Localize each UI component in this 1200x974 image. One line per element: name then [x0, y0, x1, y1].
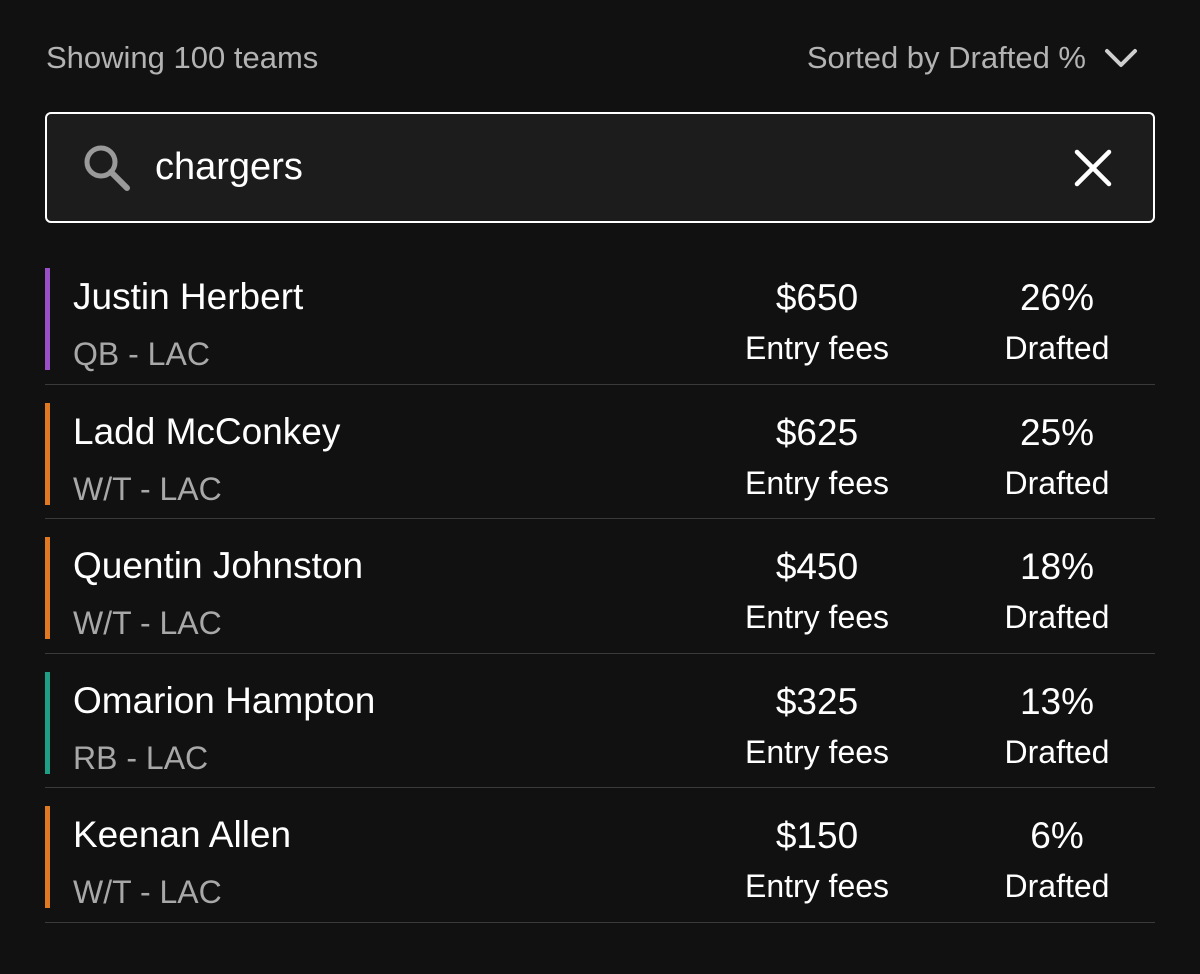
list-header: Showing 100 teams Sorted by Drafted %	[46, 36, 1138, 80]
entry-fees-value: $625	[775, 411, 859, 453]
drafted-value: 26%	[1019, 277, 1095, 318]
entry-fees-value: $150	[775, 815, 859, 856]
drafted: 26% Drafted	[957, 276, 1157, 368]
player-name: Keenan Allen	[73, 814, 292, 855]
sort-label: Sorted by Drafted %	[806, 40, 1086, 75]
position-color-bar	[45, 671, 50, 774]
player-position: QB - LAC	[73, 336, 210, 372]
entry-fees: $650 Entry fees	[717, 276, 917, 368]
entry-fees-label: Entry fees	[744, 599, 890, 635]
player-name: Quentin Johnston	[73, 545, 364, 586]
list-item[interactable]: Keenan Allen W/T - LAC $150 Entry fees 6…	[45, 788, 1155, 923]
results-count: Showing 100 teams	[46, 40, 319, 75]
entry-fees: $325 Entry fees	[717, 680, 917, 772]
drafted-label: Drafted	[1004, 733, 1110, 770]
list-item[interactable]: Omarion Hampton RB - LAC $325 Entry fees…	[45, 654, 1157, 788]
list-item[interactable]: Ladd McConkey W/T - LAC $625 Entry fees …	[45, 385, 1157, 519]
drafted: 6% Drafted	[957, 814, 1157, 906]
entry-fees-label: Entry fees	[744, 868, 890, 904]
drafted-value: 25%	[1019, 411, 1095, 453]
player-position: W/T - LAC	[73, 874, 222, 910]
player-name: Ladd McConkey	[73, 410, 341, 452]
position-color-bar	[45, 268, 50, 370]
player-position: RB - LAC	[73, 739, 209, 776]
drafted-value: 6%	[1030, 815, 1084, 856]
player-position: W/T - LAC	[73, 605, 222, 641]
drafted: 18% Drafted	[957, 545, 1157, 637]
drafted: 13% Drafted	[957, 680, 1157, 772]
player-name: Omarion Hampton	[73, 679, 376, 721]
player-position: W/T - LAC	[73, 470, 222, 507]
close-icon[interactable]	[1073, 148, 1113, 188]
drafted-label: Drafted	[1004, 868, 1110, 904]
drafted-label: Drafted	[1004, 464, 1110, 501]
sort-dropdown[interactable]: Sorted by Drafted %	[807, 40, 1138, 76]
entry-fees-label: Entry fees	[744, 733, 890, 770]
drafted-label: Drafted	[1004, 330, 1110, 366]
player-name: Justin Herbert	[73, 276, 304, 317]
search-box	[45, 112, 1155, 223]
entry-fees: $150 Entry fees	[717, 814, 917, 906]
chevron-down-icon	[1104, 47, 1138, 69]
player-list: Justin Herbert QB - LAC $650 Entry fees …	[45, 250, 1155, 923]
list-item[interactable]: Quentin Johnston W/T - LAC $450 Entry fe…	[45, 519, 1155, 654]
entry-fees: $625 Entry fees	[717, 411, 917, 503]
entry-fees-label: Entry fees	[744, 464, 890, 501]
search-input[interactable]	[155, 137, 1073, 198]
drafted-label: Drafted	[1004, 599, 1110, 635]
entry-fees: $450 Entry fees	[717, 545, 917, 637]
entry-fees-label: Entry fees	[744, 330, 890, 366]
entry-fees-value: $650	[775, 277, 859, 318]
drafted: 25% Drafted	[957, 411, 1157, 503]
position-color-bar	[45, 806, 50, 908]
position-color-bar	[45, 537, 50, 639]
position-color-bar	[45, 402, 50, 505]
drafted-value: 13%	[1019, 680, 1095, 722]
entry-fees-value: $325	[775, 680, 859, 722]
search-icon	[81, 142, 133, 194]
entry-fees-value: $450	[775, 546, 859, 587]
drafted-value: 18%	[1019, 546, 1095, 587]
list-item[interactable]: Justin Herbert QB - LAC $650 Entry fees …	[45, 250, 1155, 385]
